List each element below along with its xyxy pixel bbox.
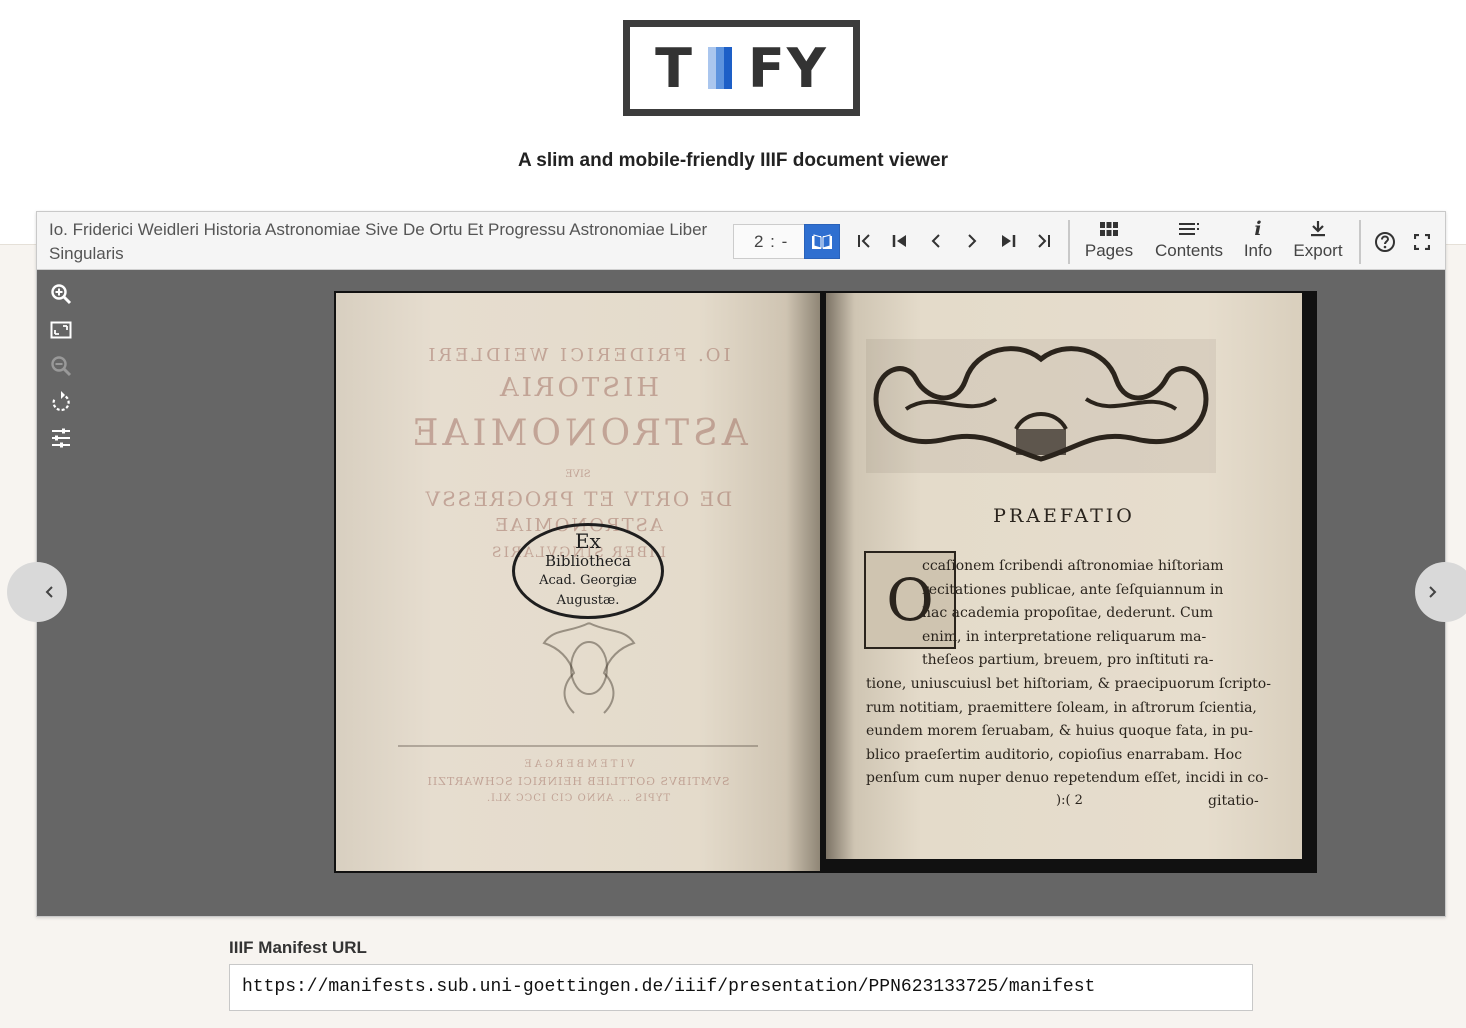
- text-line: ccaſionem ſcribendi aſtronomiae hiſtoria…: [922, 558, 1224, 574]
- fullscreen-button[interactable]: [1409, 229, 1435, 255]
- page-heading: PRAEFATIO: [993, 505, 1135, 527]
- signature-mark: ):( 2: [1056, 793, 1083, 808]
- page-select[interactable]: 2 : -: [733, 224, 805, 259]
- stamp-line: Acad. Georgiæ: [539, 573, 637, 588]
- text-line: blico praeſertim auditorio, copioſius en…: [866, 746, 1243, 763]
- mirrored-imprint-line: TYPIS ... ANNO CIↃ IↃCC XLI.: [485, 793, 671, 804]
- document-title: Io. Friderici Weidleri Historia Astronom…: [49, 220, 708, 263]
- headpiece-ornament: [866, 339, 1216, 473]
- next-page-overlay-button[interactable]: [1415, 562, 1466, 622]
- manifest-url-label: IIIF Manifest URL: [229, 938, 367, 957]
- first-section-icon: [858, 234, 870, 248]
- rotate-button[interactable]: [49, 390, 73, 414]
- previous-page-overlay-button[interactable]: [7, 562, 67, 622]
- chevron-left-icon: [45, 586, 53, 598]
- library-stamp: Ex Bibliotheca Acad. Georgiæ Augustæ.: [512, 523, 664, 619]
- right-page-scan: PRAEFATIO O ccaſionem ſcribendi aſtronom…: [826, 293, 1302, 859]
- reset-zoom-icon: [50, 321, 72, 339]
- book-icon: [812, 233, 832, 249]
- text-line: eundem morem ſeruabam, & huius quoque fa…: [866, 723, 1253, 740]
- mirrored-title-line: ASTRONOMIAE: [408, 413, 748, 454]
- tab-export[interactable]: Export: [1290, 218, 1346, 264]
- list-icon: [1179, 223, 1199, 235]
- stamp-line: Bibliotheca: [545, 552, 631, 570]
- stamp-line: Augustæ.: [556, 593, 620, 608]
- tab-info-label: Info: [1243, 241, 1273, 260]
- toolbar-separator: [1359, 220, 1361, 264]
- last-section-icon: [1038, 234, 1050, 248]
- tify-viewer: Io. Friderici Weidleri Historia Astronom…: [7, 211, 1466, 917]
- tab-contents-label: Contents: [1154, 241, 1224, 260]
- scan-canvas[interactable]: IO. FRIDERICI WEIDLERI HISTORIA ASTRONOM…: [7, 270, 1466, 916]
- text-line: recitationes publicae, ante ſeſquiannum …: [922, 581, 1224, 598]
- tab-export-label: Export: [1293, 241, 1343, 260]
- text-line: penſum cum nuper denuo repetendum eſſet,…: [866, 770, 1269, 787]
- next-page-icon: [968, 234, 977, 248]
- catchword: gitatio-: [1208, 793, 1259, 809]
- tab-contents[interactable]: Contents: [1150, 218, 1228, 264]
- text-line: tione, uniuscuiusl bet hiſtoriam, & prae…: [866, 675, 1271, 692]
- mirrored-imprint-line: SVMTIBVS GOTTLIEB HEINRICI SCHWARTZII: [426, 775, 730, 788]
- toolbar-separator: [1068, 220, 1070, 264]
- tab-info[interactable]: i Info: [1240, 218, 1276, 264]
- tab-pages[interactable]: Pages: [1083, 218, 1135, 264]
- zoom-in-icon: [51, 284, 72, 305]
- image-filters-button[interactable]: [49, 426, 73, 450]
- text-line: hac academia propoſitae, dederunt. Cum: [922, 605, 1214, 622]
- rotate-icon: [52, 391, 70, 412]
- chevron-right-icon: [1429, 586, 1437, 598]
- left-page-scan: IO. FRIDERICI WEIDLERI HISTORIA ASTRONOM…: [336, 293, 820, 871]
- logo-letters-fy: FY: [747, 36, 828, 100]
- logo-letter-t: T: [655, 36, 694, 100]
- download-icon: [1311, 221, 1325, 237]
- first-page-button[interactable]: [887, 228, 913, 254]
- page-body-text: ccaſionem ſcribendi aſtronomiae hiſtoria…: [866, 555, 1271, 791]
- rule-line: [398, 745, 758, 747]
- tify-logo: T FY: [623, 20, 860, 116]
- image-filters-icon: [52, 428, 70, 448]
- first-section-button[interactable]: [851, 228, 877, 254]
- zoom-out-icon: [51, 356, 72, 377]
- mirrored-title-line: DE ORTV ET PROGRESSV: [423, 487, 733, 511]
- first-page-icon: [892, 235, 906, 247]
- previous-page-button[interactable]: [923, 228, 949, 254]
- fullscreen-icon: [1414, 234, 1430, 250]
- text-line: theſeos partium, breuem, pro inſtituti r…: [922, 652, 1214, 669]
- viewer-header: Io. Friderici Weidleri Historia Astronom…: [37, 212, 1445, 270]
- previous-page-icon: [931, 234, 940, 248]
- text-line: rum notitiam, praemittere ſoleam, in aſt…: [866, 699, 1257, 716]
- logo-i-bars: [707, 47, 734, 89]
- mirrored-title-line: HISTORIA: [496, 373, 660, 403]
- grid-icon: [1100, 222, 1118, 236]
- mirrored-title-line: IO. FRIDERICI WEIDLERI: [425, 345, 731, 366]
- mirrored-title-line: SIVE: [565, 469, 591, 480]
- mirrored-imprint-line: VITEMBERGAE: [521, 759, 635, 770]
- last-page-icon: [1002, 235, 1016, 247]
- zoom-out-button[interactable]: [49, 354, 73, 378]
- last-section-button[interactable]: [1031, 228, 1057, 254]
- last-page-button[interactable]: [995, 228, 1021, 254]
- reset-zoom-button[interactable]: [49, 318, 73, 342]
- help-button[interactable]: [1372, 229, 1398, 255]
- text-line: enim, in interpretatione reliquarum ma-: [922, 628, 1207, 645]
- book-view-button[interactable]: [804, 224, 840, 259]
- stamp-line: Ex: [575, 529, 601, 553]
- next-page-button[interactable]: [959, 228, 985, 254]
- manifest-url-input[interactable]: https://manifests.sub.uni-goettingen.de/…: [229, 964, 1253, 1011]
- help-icon: [1375, 232, 1395, 252]
- book-spread: IO. FRIDERICI WEIDLERI HISTORIA ASTRONOM…: [334, 291, 1317, 873]
- ornament-vignette: [542, 622, 636, 714]
- tab-pages-label: Pages: [1084, 241, 1134, 260]
- tagline: A slim and mobile-friendly IIIF document…: [517, 150, 949, 171]
- info-icon: i: [1254, 218, 1262, 240]
- zoom-in-button[interactable]: [49, 282, 73, 306]
